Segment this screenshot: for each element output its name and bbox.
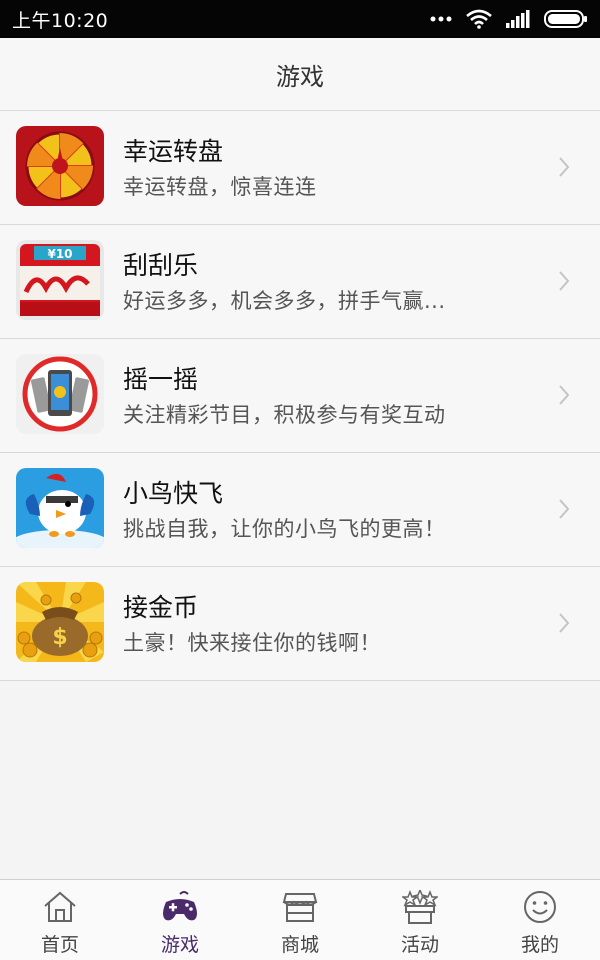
game-description: 挑战自我，让你的小鸟飞的更高！ [123, 517, 446, 541]
chevron-right-icon [558, 384, 570, 410]
page-title: 游戏 [276, 62, 324, 91]
wifi-icon [466, 9, 492, 29]
game-title: 小鸟快飞 [123, 479, 224, 508]
game-item-flappy-bird[interactable]: 小鸟快飞 挑战自我，让你的小鸟飞的更高！ [0, 453, 600, 567]
gold-coin-bag-icon: $ [16, 582, 104, 662]
game-title: 刮刮乐 [123, 251, 199, 280]
game-title: 幸运转盘 [123, 137, 224, 166]
status-time: 上午10:20 [12, 9, 109, 32]
prize-wheel-icon [16, 126, 104, 206]
tab-activities[interactable]: 活动 [360, 880, 480, 960]
game-item-catch-coins[interactable]: $ 接金币 土豪！快来接住你的钱啊！ [0, 567, 600, 681]
tab-games[interactable]: 游戏 [120, 880, 240, 960]
status-bar: 上午10:20 [0, 0, 600, 38]
gift-icon [402, 888, 438, 926]
home-icon [42, 888, 78, 926]
game-item-scratch-card[interactable]: ¥10 刮刮乐 好运多多，机会多多，拼手气赢... [0, 225, 600, 339]
tab-home[interactable]: 首页 [0, 880, 120, 960]
game-description: 幸运转盘，惊喜连连 [123, 175, 317, 199]
page-header: 游戏 [0, 38, 600, 111]
game-description: 土豪！快来接住你的钱啊！ [123, 631, 381, 655]
game-item-lucky-wheel[interactable]: 幸运转盘 幸运转盘，惊喜连连 [0, 111, 600, 225]
gamepad-icon [160, 888, 200, 926]
scratch-card-icon: ¥10 [16, 240, 104, 320]
chevron-right-icon [558, 270, 570, 296]
tab-label: 游戏 [160, 934, 199, 956]
status-icons [430, 9, 588, 29]
bird-icon [16, 468, 104, 548]
chevron-right-icon [558, 612, 570, 638]
game-description: 关注精彩节目，积极参与有奖互动 [123, 403, 446, 427]
game-description: 好运多多，机会多多，拼手气赢... [123, 289, 446, 313]
more-dots-icon [430, 15, 452, 23]
tab-label: 商城 [280, 934, 319, 956]
tab-profile[interactable]: 我的 [480, 880, 600, 960]
shake-phone-icon [16, 354, 104, 434]
game-list: 幸运转盘 幸运转盘，惊喜连连 ¥10 刮刮乐 好运多多，机会多多，拼手气赢...… [0, 111, 600, 681]
tab-store[interactable]: 商城 [240, 880, 360, 960]
chevron-right-icon [558, 156, 570, 182]
battery-icon [544, 10, 588, 28]
tab-label: 我的 [520, 934, 559, 956]
tab-label: 活动 [400, 934, 439, 956]
chevron-right-icon [558, 498, 570, 524]
app-screen: 上午10:20 游戏 幸运转盘 幸运转盘，惊喜连连 ¥10 刮刮乐 好运多多，机… [0, 0, 600, 960]
svg-text:¥10: ¥10 [47, 247, 72, 261]
smiley-icon [522, 888, 558, 926]
bottom-tab-bar: 首页 游戏 商城 活动 我的 [0, 879, 600, 960]
svg-text:$: $ [52, 625, 67, 650]
signal-icon [506, 10, 530, 28]
tab-label: 首页 [40, 934, 79, 956]
store-icon [282, 888, 318, 926]
game-item-shake[interactable]: 摇一摇 关注精彩节目，积极参与有奖互动 [0, 339, 600, 453]
game-title: 摇一摇 [123, 365, 199, 394]
game-title: 接金币 [123, 593, 199, 622]
